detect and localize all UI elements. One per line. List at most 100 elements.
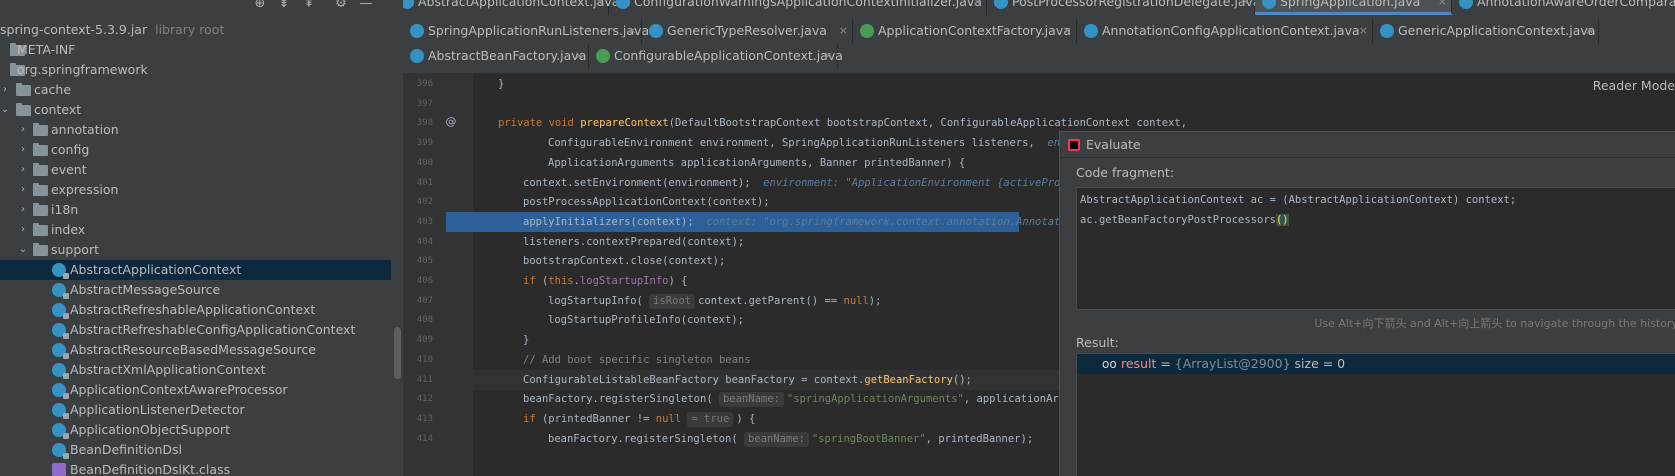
tree-item[interactable]: ApplicationObjectSupport xyxy=(0,420,391,440)
editor-tab[interactable]: ConfigurableApplicationContext.java × xyxy=(589,44,843,69)
interface-icon xyxy=(596,49,610,63)
collapse-all-icon[interactable]: ⇟ xyxy=(276,0,292,12)
close-icon[interactable]: × xyxy=(839,19,848,43)
tree-item[interactable]: › i18n xyxy=(0,200,391,220)
close-icon[interactable]: × xyxy=(1241,0,1250,14)
tree-item-label: META-INF xyxy=(17,40,75,60)
override-marker-icon[interactable]: @ xyxy=(445,116,457,128)
code-line[interactable]: } xyxy=(473,74,1675,94)
close-icon[interactable]: × xyxy=(1438,0,1447,14)
tree-item[interactable]: › event xyxy=(0,160,391,180)
tree-item[interactable]: ApplicationContextAwareProcessor xyxy=(0,380,391,400)
tree-item-text: support xyxy=(51,242,99,257)
line-number: 399 xyxy=(416,138,433,149)
tree-item[interactable]: BeanDefinitionDsl xyxy=(0,440,391,460)
editor-tab[interactable]: SpringApplicationRunListeners.java × xyxy=(403,19,649,44)
close-icon[interactable]: × xyxy=(1585,19,1594,43)
result-size: size = 0 xyxy=(1290,356,1346,371)
locate-icon[interactable]: ⊕ xyxy=(252,0,268,12)
chevron-down-icon[interactable]: ⌄ xyxy=(18,240,28,260)
editor-tab[interactable]: AbstractBeanFactory.java × xyxy=(403,44,589,69)
editor-tab[interactable]: AbstractApplicationContext.java × xyxy=(403,0,619,15)
fragment-line-1: AbstractApplicationContext ac = (Abstrac… xyxy=(1080,194,1517,206)
execution-point-line[interactable]: applyInitializers(context); context: "or… xyxy=(446,211,1237,232)
tree-item[interactable]: ⌄ context xyxy=(0,100,391,120)
tree-item-subtitle: library root xyxy=(155,22,225,37)
editor-tab[interactable]: PostProcessorRegistrationDelegate.java × xyxy=(987,0,1261,15)
tree-item[interactable]: › annotation xyxy=(0,120,391,140)
close-icon[interactable]: × xyxy=(628,19,637,43)
close-icon[interactable]: × xyxy=(575,44,584,68)
close-icon[interactable]: × xyxy=(595,0,604,14)
class-icon xyxy=(52,283,69,299)
tab-label: GenericApplicationContext.java xyxy=(1398,23,1596,38)
editor-tab[interactable]: GenericApplicationContext.java × xyxy=(1373,19,1599,44)
chevron-right-icon[interactable]: › xyxy=(18,200,28,220)
tree-item-label: cache xyxy=(34,80,71,100)
chevron-right-icon[interactable]: › xyxy=(18,160,28,180)
tree-item[interactable]: org.springframework xyxy=(0,60,391,80)
reader-mode-toggle[interactable]: Reader Mode xyxy=(1593,78,1675,93)
tree-item[interactable]: AbstractResourceBasedMessageSource xyxy=(0,340,391,360)
tree-item[interactable]: AbstractRefreshableApplicationContext xyxy=(0,300,391,320)
tree-item[interactable]: › cache xyxy=(0,80,391,100)
result-row[interactable]: oo result = {ArrayList@2900} size = 0 xyxy=(1077,354,1675,374)
tree-item-text: AbstractRefreshableConfigApplicationCont… xyxy=(70,322,356,337)
tree-item[interactable]: AbstractMessageSource xyxy=(0,280,391,300)
editor-tab[interactable]: GenericTypeResolver.java × xyxy=(642,19,853,44)
chevron-right-icon[interactable]: › xyxy=(18,220,28,240)
class-icon xyxy=(52,263,69,279)
close-icon[interactable]: × xyxy=(1359,19,1368,43)
tree-item[interactable]: ⌄ support xyxy=(0,240,391,260)
chevron-right-icon[interactable]: › xyxy=(0,80,10,100)
class-icon xyxy=(1262,0,1276,9)
project-toolbar: ⊕ ⇟ ⇞ ⚙ — xyxy=(0,0,403,12)
gear-icon[interactable]: ⚙ xyxy=(333,0,349,12)
editor-tab[interactable]: ApplicationContextFactory.java × xyxy=(853,19,1077,44)
tab-label: AnnotationConfigApplicationContext.java xyxy=(1102,23,1360,38)
project-scrollbar[interactable] xyxy=(394,327,401,379)
tree-item[interactable]: › config xyxy=(0,140,391,160)
tree-item[interactable]: › expression xyxy=(0,180,391,200)
class-icon xyxy=(52,423,69,439)
tree-item[interactable]: ApplicationListenerDetector xyxy=(0,400,391,420)
editor-tab[interactable]: AnnotationConfigApplicationContext.java × xyxy=(1077,19,1373,44)
tree-item[interactable]: META-INF xyxy=(0,40,391,60)
editor-tab[interactable]: AnnotationAwareOrderComparator.java× xyxy=(1452,0,1675,15)
minimize-icon[interactable]: — xyxy=(358,0,374,12)
tree-item[interactable]: spring-context-5.3.9.jar library root xyxy=(0,20,391,40)
line-number: 400 xyxy=(416,157,433,168)
tree-item-text: AbstractRefreshableApplicationContext xyxy=(70,302,316,317)
expand-all-icon[interactable]: ⇞ xyxy=(301,0,317,12)
chevron-right-icon[interactable]: › xyxy=(18,140,28,160)
close-icon[interactable]: × xyxy=(973,0,982,14)
tree-item-text: AbstractXmlApplicationContext xyxy=(70,362,266,377)
line-number: 411 xyxy=(416,374,433,385)
chevron-right-icon[interactable]: › xyxy=(18,180,28,200)
tree-item[interactable]: AbstractRefreshableConfigApplicationCont… xyxy=(0,320,391,340)
editor-gutter[interactable]: 396 397 398 @399 400 401 402 403 404 405 406 407 408… xyxy=(403,73,473,476)
tree-item-text: ApplicationContextAwareProcessor xyxy=(70,382,288,397)
tree-item[interactable]: › index xyxy=(0,220,391,240)
code-fragment-editor[interactable]: AbstractApplicationContext ac = (Abstrac… xyxy=(1076,187,1675,310)
tab-label: PostProcessorRegistrationDelegate.java xyxy=(1012,0,1261,9)
chevron-right-icon[interactable]: › xyxy=(18,120,28,140)
tab-label: AbstractBeanFactory.java xyxy=(428,48,587,63)
close-icon[interactable]: × xyxy=(1063,19,1072,43)
editor-tab[interactable]: ConfigurationWarningsApplicationContextI… xyxy=(609,0,987,15)
class-icon xyxy=(52,303,69,319)
tree-item[interactable]: AbstractXmlApplicationContext xyxy=(0,360,391,380)
evaluate-title-bar[interactable]: Evaluate xyxy=(1060,132,1675,158)
editor-tab[interactable]: SpringApplication.java × xyxy=(1255,0,1452,15)
tree-item-label: AbstractApplicationContext xyxy=(70,260,241,280)
tree-item[interactable]: AbstractApplicationContext xyxy=(0,260,391,280)
tree-item-text: cache xyxy=(34,82,72,97)
result-equals: = xyxy=(1156,356,1175,371)
tree-item-text: AbstractResourceBasedMessageSource xyxy=(70,342,316,357)
tree-item-text: AbstractApplicationContext xyxy=(70,262,242,277)
chevron-down-icon[interactable]: ⌄ xyxy=(0,100,10,120)
close-icon[interactable]: × xyxy=(824,44,833,68)
result-tree[interactable]: oo result = {ArrayList@2900} size = 0 xyxy=(1076,353,1675,476)
tree-item[interactable]: BeanDefinitionDslKt.class xyxy=(0,460,391,476)
code-line[interactable] xyxy=(473,94,1675,114)
